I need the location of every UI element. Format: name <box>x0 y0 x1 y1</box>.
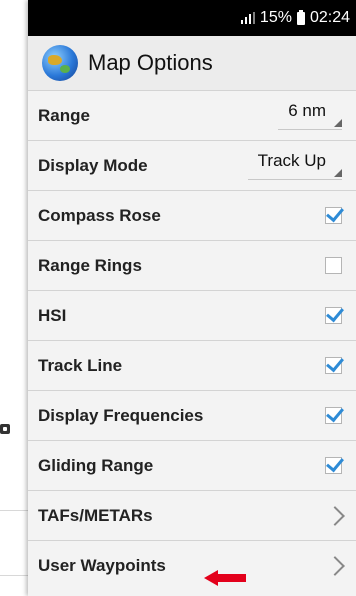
gliding-range-checkbox[interactable] <box>325 457 342 474</box>
option-label: Display Mode <box>38 155 148 175</box>
display-mode-select[interactable]: Track Up <box>247 151 343 180</box>
option-range[interactable]: Range 6 nm <box>28 90 356 140</box>
red-arrow-icon <box>204 570 246 586</box>
background-app-edge <box>0 0 28 596</box>
option-label: HSI <box>38 305 67 325</box>
bg-control-icon <box>0 424 10 434</box>
option-label: TAFs/METARs <box>38 505 153 525</box>
option-range-rings[interactable]: Range Rings <box>28 240 356 290</box>
battery-icon <box>296 9 305 25</box>
range-select[interactable]: 6 nm <box>278 101 342 130</box>
track-line-checkbox[interactable] <box>325 357 342 374</box>
option-tafs-metars[interactable]: TAFs/METARs <box>28 490 356 540</box>
clock: 02:24 <box>309 9 350 26</box>
chevron-right-icon <box>328 555 342 577</box>
map-options-dialog: 15% 02:24 Map Options Range 6 nm Display… <box>28 0 356 596</box>
display-frequencies-checkbox[interactable] <box>325 407 342 424</box>
option-track-line[interactable]: Track Line <box>28 340 356 390</box>
option-user-waypoints[interactable]: User Waypoints <box>28 540 356 590</box>
title-bar: Map Options <box>28 36 356 90</box>
option-display-frequencies[interactable]: Display Frequencies <box>28 390 356 440</box>
option-label: Track Line <box>38 355 123 375</box>
option-hsi[interactable]: HSI <box>28 290 356 340</box>
option-label: User Waypoints <box>38 555 166 575</box>
option-display-mode[interactable]: Display Mode Track Up <box>28 140 356 190</box>
page-title: Map Options <box>88 50 213 75</box>
hsi-checkbox[interactable] <box>325 307 342 324</box>
chevron-right-icon <box>328 505 342 527</box>
option-label: Range <box>38 105 90 125</box>
option-label: Range Rings <box>38 255 142 275</box>
option-compass-rose[interactable]: Compass Rose <box>28 190 356 240</box>
status-bar: 15% 02:24 <box>28 0 356 36</box>
divider <box>0 510 28 511</box>
option-gliding-range[interactable]: Gliding Range <box>28 440 356 490</box>
battery-percent: 15% <box>259 9 292 26</box>
option-label: Gliding Range <box>38 455 154 475</box>
compass-rose-checkbox[interactable] <box>325 207 342 224</box>
signal-icon <box>240 12 255 24</box>
option-label: Display Frequencies <box>38 405 204 425</box>
option-label: Compass Rose <box>38 205 161 225</box>
globe-icon <box>42 45 78 81</box>
range-rings-checkbox[interactable] <box>325 257 342 274</box>
divider <box>0 575 28 576</box>
